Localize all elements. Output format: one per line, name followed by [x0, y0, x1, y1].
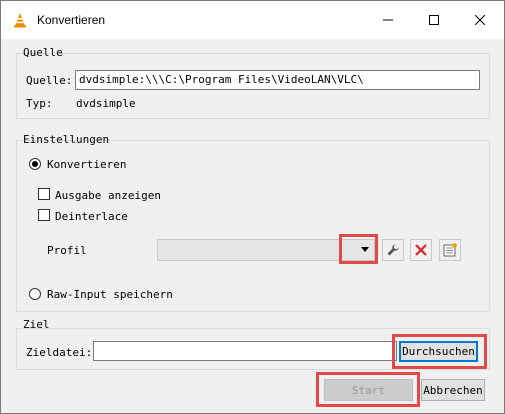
- convert-dialog: Konvertieren Quelle Quelle: dvdsimple:\\…: [0, 0, 505, 414]
- edit-profile-button[interactable]: [382, 239, 404, 261]
- source-label: Quelle:: [26, 74, 73, 87]
- start-button[interactable]: Start: [324, 379, 413, 401]
- source-field[interactable]: dvdsimple:\\\C:\Program Files\VideoLAN\V…: [75, 70, 480, 90]
- target-file-input[interactable]: [93, 341, 397, 361]
- vlc-cone-icon: [14, 13, 26, 28]
- delete-icon: [415, 244, 427, 256]
- delete-profile-button[interactable]: [410, 239, 432, 261]
- window-title: Konvertieren: [37, 13, 106, 27]
- new-profile-button[interactable]: [439, 239, 461, 261]
- type-value: dvdsimple: [76, 97, 136, 110]
- profile-label: Profil: [47, 244, 87, 257]
- deinterlace-label: Deinterlace: [55, 210, 128, 223]
- maximize-button[interactable]: [411, 1, 457, 39]
- target-file-label: Zieldatei:: [26, 346, 93, 359]
- close-button[interactable]: [457, 1, 503, 39]
- profile-dropdown[interactable]: [157, 239, 375, 261]
- show-output-checkbox[interactable]: [38, 188, 50, 200]
- close-icon: [475, 15, 485, 25]
- convert-label: Konvertieren: [47, 158, 127, 171]
- source-group-title: Quelle: [23, 46, 63, 59]
- raw-input-radio[interactable]: [29, 288, 41, 300]
- wrench-icon: [387, 244, 399, 256]
- settings-group-title: Einstellungen: [23, 133, 110, 146]
- title-bar: Konvertieren: [1, 1, 504, 39]
- chevron-down-icon: [361, 247, 369, 252]
- minimize-icon: [383, 19, 393, 21]
- raw-input-label: Raw-Input speichern: [47, 288, 173, 301]
- minimize-button[interactable]: [365, 1, 411, 39]
- convert-radio[interactable]: [29, 158, 41, 170]
- target-group-title: Ziel: [23, 318, 50, 331]
- cancel-button[interactable]: Abbrechen: [421, 379, 485, 401]
- maximize-icon: [429, 15, 439, 25]
- browse-button[interactable]: Durchsuchen: [399, 341, 478, 362]
- show-output-label: Ausgabe anzeigen: [55, 189, 161, 202]
- type-label: Typ:: [26, 97, 53, 110]
- deinterlace-checkbox[interactable]: [38, 209, 50, 221]
- new-profile-icon: [443, 243, 457, 257]
